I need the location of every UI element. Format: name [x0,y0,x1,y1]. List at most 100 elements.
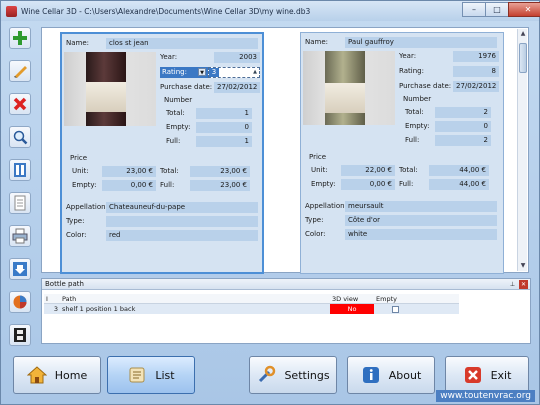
edit-wine-button[interactable] [9,60,31,82]
purchase-date-label: Purchase date: [160,83,213,91]
type-label: Type: [66,217,85,225]
price-full-value: 23,00 € [190,180,250,191]
appellation-label: Appellation: [66,203,108,211]
price-empty-label: Empty: [311,180,336,188]
pie-chart-icon [13,295,27,309]
col-empty-header[interactable]: Empty [374,294,414,303]
settings-button[interactable]: Settings [249,356,337,394]
unit-price-value: 22,00 € [341,165,395,176]
wrench-icon [259,365,276,383]
minimize-button[interactable]: – [462,2,486,17]
pin-icon[interactable]: ⊥ [508,280,517,289]
color-label: Color: [305,230,326,238]
row-empty [374,304,414,314]
full-value: 2 [435,135,491,146]
delete-wine-button[interactable] [9,93,31,115]
vertical-scrollbar[interactable]: ▲ ▼ [517,29,527,271]
print-button[interactable] [9,225,31,247]
title-bar: Wine Cellar 3D - C:\Users\Alexandre\Docu… [1,1,540,21]
bottle-path-panel: Bottle path ⊥ ✕ I Path 3D view Empty 3 s… [41,278,531,344]
pencil-icon [14,66,27,78]
rating-value: 3 [209,68,219,77]
add-wine-button[interactable] [9,27,31,49]
price-total-value: 44,00 € [429,165,489,176]
type-value [106,216,258,227]
info-icon [362,367,379,383]
statistics-button[interactable] [9,291,31,313]
year-label: Year: [160,53,178,61]
delete-x-icon [13,97,27,111]
total-value: 1 [196,108,252,119]
price-empty-label: Empty: [72,181,97,189]
scroll-thumb[interactable] [519,43,527,73]
empty-label: Empty: [405,122,430,130]
col-path-header[interactable]: Path [60,294,330,303]
wine-photo [303,51,395,125]
maximize-button[interactable]: □ [485,2,509,17]
empty-value: 0 [435,121,491,132]
wine-card[interactable]: Name: clos st jean Year: 2003 Rating: 3 … [60,32,264,274]
color-label: Color: [66,231,87,239]
spinner-arrows-icon[interactable]: ▲ [251,68,259,77]
name-value: Paul gauffroy [345,37,497,48]
scroll-up-icon[interactable]: ▲ [518,29,528,39]
download-icon [13,262,27,276]
price-total-label: Total: [160,167,179,175]
exit-x-icon [464,367,481,383]
settings-label: Settings [284,368,330,382]
full-value: 1 [196,136,252,147]
purchase-date-label: Purchase date: [399,82,452,90]
close-button[interactable]: ✕ [508,2,540,17]
number-section-title: Number [164,96,193,104]
row-index: 3 [53,305,58,313]
printer-icon [12,228,28,244]
name-label: Name: [66,39,90,47]
name-value: clos st jean [106,38,258,49]
home-button[interactable]: Home [13,356,101,394]
rating-spinner[interactable]: 3 ▲ [208,67,260,78]
price-empty-value: 0,00 € [341,179,395,190]
film-button[interactable] [9,324,31,346]
chevron-down-icon[interactable]: ▼ [198,68,206,76]
empty-label: Empty: [166,123,191,131]
left-toolbar [9,27,33,357]
panel-close-icon[interactable]: ✕ [519,280,528,289]
type-value: Côte d'or [345,215,497,226]
film-icon [14,328,26,342]
full-label: Full: [166,137,181,145]
purchase-date-value: 27/02/2012 [453,81,499,92]
row-3dview[interactable]: No [330,304,374,314]
year-label: Year: [399,52,417,60]
exit-button[interactable]: Exit [445,356,529,394]
scroll-down-icon[interactable]: ▼ [518,261,528,271]
year-value: 1976 [453,51,499,62]
about-button[interactable]: About [347,356,435,394]
rating-value: 8 [453,66,499,77]
year-value: 2003 [214,52,260,63]
total-label: Total: [166,109,185,117]
table-row[interactable]: 3 shelf 1 position 1 back No [44,304,459,314]
wine-card[interactable]: Name: Paul gauffroy Year: 1976 Rating: 8… [300,32,504,274]
app-icon [6,5,17,17]
window-controls: – □ ✕ [462,2,540,17]
col-index-header[interactable]: I [44,294,60,303]
import-button[interactable] [9,258,31,280]
col-3dview-header[interactable]: 3D view [330,294,374,303]
document-button[interactable] [9,192,31,214]
about-label: About [388,368,422,382]
price-full-label: Full: [160,181,175,189]
bottle-path-title: Bottle path [42,279,530,290]
search-button[interactable] [9,126,31,148]
total-value: 2 [435,107,491,118]
list-label: List [155,368,175,382]
empty-checkbox[interactable] [391,305,399,313]
type-label: Type: [305,216,324,224]
list-button[interactable]: List [107,356,195,394]
price-empty-value: 0,00 € [102,180,156,191]
unit-price-value: 23,00 € [102,166,156,177]
name-label: Name: [305,38,329,46]
columns-button[interactable] [9,159,31,181]
row-path: shelf 1 position 1 back [62,305,136,313]
number-section-title: Number [403,95,432,103]
plus-icon [13,31,27,45]
